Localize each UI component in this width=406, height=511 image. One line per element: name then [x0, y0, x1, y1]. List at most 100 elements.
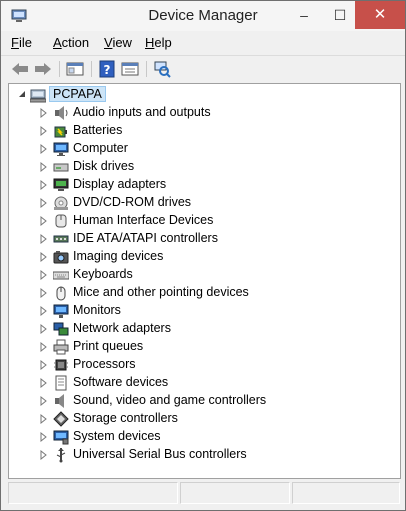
tree-node-computer[interactable]: Computer: [9, 140, 389, 158]
menu-view[interactable]: View: [104, 35, 132, 50]
computer-icon: [53, 142, 69, 156]
tree-node-label: System devices: [73, 429, 161, 443]
tree-node-speaker[interactable]: Sound, video and game controllers: [9, 392, 389, 410]
show-hide-console-tree-icon[interactable]: [65, 59, 85, 79]
tree-node-label: Sound, video and game controllers: [73, 393, 267, 407]
close-button[interactable]: ✕: [355, 1, 405, 29]
collapsed-arrow-icon[interactable]: [40, 216, 48, 226]
expanded-arrow-icon[interactable]: [18, 90, 26, 100]
tree-node-label: Software devices: [73, 375, 169, 389]
tree-node-mouse[interactable]: Mice and other pointing devices: [9, 284, 389, 302]
tree-root-label: PCPAPA: [49, 86, 106, 102]
tree-node-label: Processors: [73, 357, 136, 371]
collapsed-arrow-icon[interactable]: [40, 306, 48, 316]
tree-node-storage-controller[interactable]: Storage controllers: [9, 410, 389, 428]
tree-node-label: Print queues: [73, 339, 144, 353]
status-cell: [8, 482, 178, 504]
audio-icon: [55, 106, 68, 120]
network-adapter-icon: [53, 322, 69, 336]
collapsed-arrow-icon[interactable]: [40, 342, 48, 352]
tree-node-camera[interactable]: Imaging devices: [9, 248, 389, 266]
tree-node-disk-drive[interactable]: Disk drives: [9, 158, 389, 176]
ide-controller-icon: [53, 235, 69, 243]
disk-drive-icon: [53, 163, 69, 172]
toolbar-separator: [91, 61, 92, 77]
collapsed-arrow-icon[interactable]: [40, 180, 48, 190]
software-device-icon: [55, 375, 67, 391]
tree-node-label: Disk drives: [73, 159, 135, 173]
tree-node-label: Mice and other pointing devices: [73, 285, 249, 299]
tree-node-label: Imaging devices: [73, 249, 164, 263]
tree-node-usb[interactable]: Universal Serial Bus controllers: [9, 446, 389, 464]
tree-node-label: Display adapters: [73, 177, 167, 191]
camera-icon: [53, 251, 69, 264]
tree-node-monitor[interactable]: Monitors: [9, 302, 389, 320]
collapsed-arrow-icon[interactable]: [40, 378, 48, 388]
collapsed-arrow-icon[interactable]: [40, 324, 48, 334]
collapsed-arrow-icon[interactable]: [40, 432, 48, 442]
display-adapter-icon: [53, 178, 69, 191]
menu-file[interactable]: File: [11, 35, 32, 50]
tree-node-label: Batteries: [73, 123, 123, 137]
collapsed-arrow-icon[interactable]: [40, 414, 48, 424]
device-manager-window: Device Manager – ☐ ✕ File Action View He…: [0, 0, 406, 511]
tree-node-label: Storage controllers: [73, 411, 178, 425]
collapsed-arrow-icon[interactable]: [40, 288, 48, 298]
tree-node-keyboard[interactable]: Keyboards: [9, 266, 389, 284]
computer-root-icon: [30, 89, 46, 103]
scan-hardware-icon[interactable]: [152, 59, 172, 79]
menu-action[interactable]: Action: [53, 35, 89, 50]
collapsed-arrow-icon[interactable]: [40, 252, 48, 262]
hid-icon: [55, 214, 67, 228]
collapsed-arrow-icon[interactable]: [40, 234, 48, 244]
usb-icon: [56, 448, 66, 463]
collapsed-arrow-icon[interactable]: [40, 108, 48, 118]
menu-help[interactable]: Help: [145, 35, 172, 50]
tree-node-label: Computer: [73, 141, 128, 155]
forward-icon[interactable]: [33, 59, 53, 79]
collapsed-arrow-icon[interactable]: [40, 198, 48, 208]
tree-node-processor[interactable]: Processors: [9, 356, 389, 374]
device-tree[interactable]: PCPAPA Audio inputs and outputs Batteries…: [8, 83, 401, 479]
status-cell: [292, 482, 400, 504]
keyboard-icon: [53, 271, 69, 280]
collapsed-arrow-icon[interactable]: [40, 162, 48, 172]
tree-node-hid[interactable]: Human Interface Devices: [9, 212, 389, 230]
speaker-icon: [55, 394, 64, 408]
tree-node-label: Keyboards: [73, 267, 133, 281]
title-bar[interactable]: Device Manager – ☐ ✕: [1, 1, 405, 31]
back-icon[interactable]: [10, 59, 30, 79]
tree-node-system-device[interactable]: System devices: [9, 428, 389, 446]
properties-icon[interactable]: [120, 59, 140, 79]
system-device-icon: [53, 430, 69, 445]
tree-node-label: Audio inputs and outputs: [73, 105, 211, 119]
tree-node-display-adapter[interactable]: Display adapters: [9, 176, 389, 194]
help-icon[interactable]: ?: [97, 59, 117, 79]
tree-node-ide-controller[interactable]: IDE ATA/ATAPI controllers: [9, 230, 389, 248]
toolbar: ?: [1, 55, 405, 82]
collapsed-arrow-icon[interactable]: [40, 126, 48, 136]
tree-node-label: Human Interface Devices: [73, 213, 214, 227]
toolbar-separator: [146, 61, 147, 77]
tree-node-battery[interactable]: Batteries: [9, 122, 389, 140]
printer-icon: [53, 339, 69, 355]
monitor-icon: [53, 304, 69, 318]
status-bar: [8, 482, 400, 504]
tree-root-node[interactable]: PCPAPA: [9, 86, 389, 104]
tree-node-label: Universal Serial Bus controllers: [73, 447, 247, 461]
svg-text:?: ?: [104, 63, 111, 77]
tree-node-dvd-drive[interactable]: DVD/CD-ROM drives: [9, 194, 389, 212]
collapsed-arrow-icon[interactable]: [40, 270, 48, 280]
collapsed-arrow-icon[interactable]: [40, 144, 48, 154]
tree-node-software-device[interactable]: Software devices: [9, 374, 389, 392]
tree-node-audio[interactable]: Audio inputs and outputs: [9, 104, 389, 122]
mouse-icon: [56, 286, 66, 301]
tree-node-network-adapter[interactable]: Network adapters: [9, 320, 389, 338]
collapsed-arrow-icon[interactable]: [40, 450, 48, 460]
menu-bar: File Action View Help: [1, 32, 405, 54]
tree-node-label: IDE ATA/ATAPI controllers: [73, 231, 218, 245]
collapsed-arrow-icon[interactable]: [40, 360, 48, 370]
tree-node-label: Network adapters: [73, 321, 171, 335]
collapsed-arrow-icon[interactable]: [40, 396, 48, 406]
tree-node-printer[interactable]: Print queues: [9, 338, 389, 356]
